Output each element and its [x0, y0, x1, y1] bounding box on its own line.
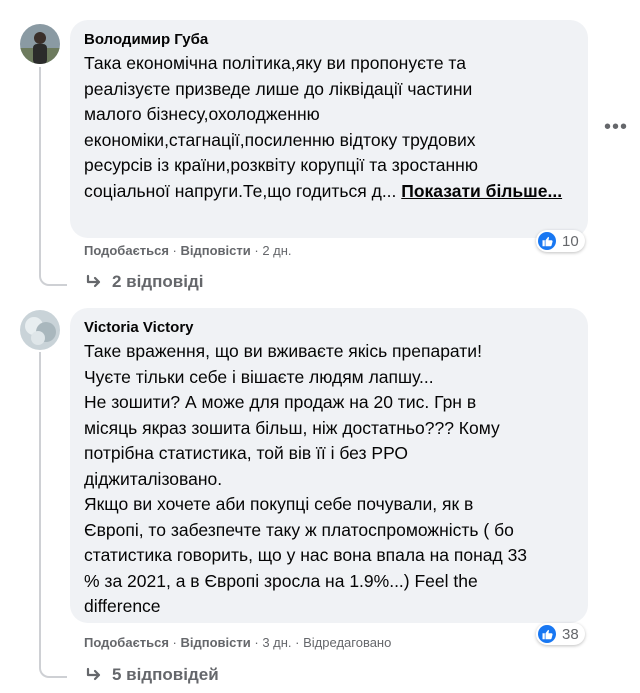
comment-author[interactable]: Володимир Губа: [84, 30, 574, 49]
thread-elbow: [39, 662, 67, 678]
avatar[interactable]: [20, 310, 60, 350]
reaction-count: 10: [562, 232, 579, 250]
edited-label: Відредаговано: [303, 635, 392, 650]
avatar[interactable]: [20, 24, 60, 64]
reply-arrow-icon: [86, 274, 101, 288]
like-icon: [538, 625, 556, 643]
view-replies-link[interactable]: 5 відповідей: [86, 665, 219, 685]
more-options-icon[interactable]: •••: [604, 116, 628, 139]
see-more-link[interactable]: Показати більше...: [401, 181, 562, 201]
separator: ·: [172, 635, 181, 650]
separator: ·: [172, 243, 181, 258]
like-icon: [538, 232, 556, 250]
thread-line: [39, 67, 41, 272]
reaction-count: 38: [562, 625, 579, 643]
comment-actions: Подобається · Відповісти · 3 дн. · Відре…: [84, 635, 391, 650]
comment-body: Така економічна політика,яку ви пропонує…: [84, 53, 478, 201]
replies-count-label[interactable]: 2 відповіді: [112, 272, 203, 292]
comment-bubble: Victoria Victory Таке враження, що ви вж…: [70, 308, 588, 623]
comment-actions: Подобається · Відповісти · 2 дн.: [84, 243, 292, 258]
timestamp[interactable]: 2 дн.: [262, 243, 291, 258]
reply-button[interactable]: Відповісти: [181, 243, 251, 258]
comment-text: Така економічна політика,яку ви пропонує…: [84, 51, 574, 204]
comment-bubble: Володимир Губа Така економічна політика,…: [70, 20, 588, 238]
reaction-summary[interactable]: 38: [536, 623, 585, 645]
comment-author[interactable]: Victoria Victory: [84, 318, 574, 337]
view-replies-link[interactable]: 2 відповіді: [86, 272, 203, 292]
comment-body: Таке враження, що ви вживаєте якісь преп…: [84, 341, 528, 616]
reply-arrow-icon: [86, 667, 101, 681]
separator: ·: [295, 635, 304, 650]
thread-elbow: [39, 270, 67, 286]
like-button[interactable]: Подобається: [84, 243, 169, 258]
replies-count-label[interactable]: 5 відповідей: [112, 665, 219, 685]
timestamp[interactable]: 3 дн.: [262, 635, 291, 650]
thread-line: [39, 352, 41, 664]
reaction-summary[interactable]: 10: [536, 230, 585, 252]
reply-button[interactable]: Відповісти: [181, 635, 251, 650]
like-button[interactable]: Подобається: [84, 635, 169, 650]
